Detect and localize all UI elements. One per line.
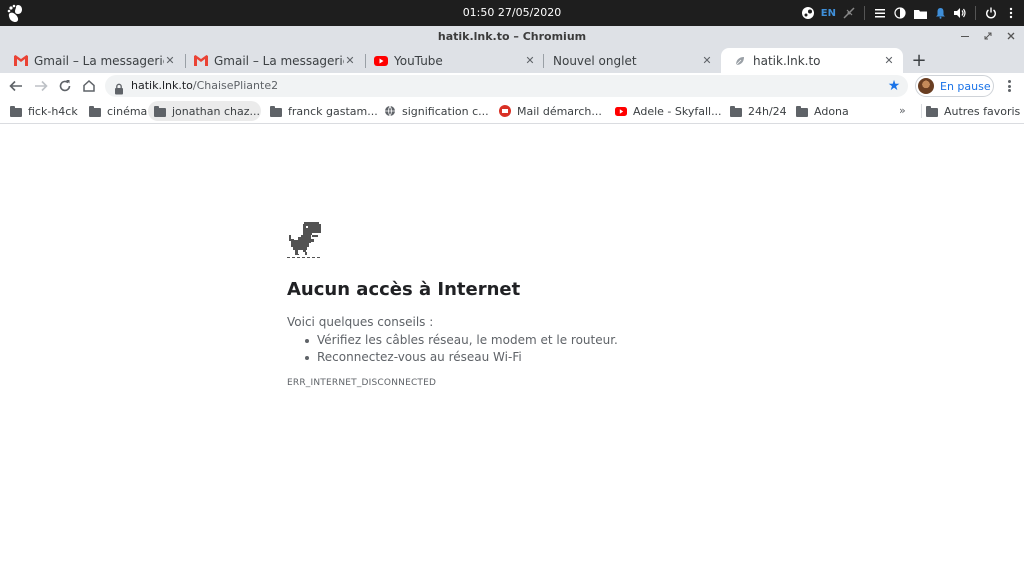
bookmark-label: jonathan chaz...: [172, 104, 261, 118]
tray-divider: [975, 6, 976, 20]
tab-label: Gmail – La messagerie ave: [34, 53, 164, 68]
browser-menu-icon[interactable]: [1003, 78, 1015, 94]
bookmark-label: fick-h4ck: [28, 104, 78, 118]
bookmark-jonathan[interactable]: jonathan chaz...: [148, 101, 261, 121]
folder-icon: [730, 105, 742, 117]
gmail-icon: [194, 54, 208, 68]
globe-icon: [384, 105, 396, 117]
youtube-icon: [615, 105, 627, 117]
folder-icon: [796, 105, 808, 117]
url-path: /ChaisePliante2: [192, 79, 279, 92]
tab-label: Nouvel onglet: [553, 53, 637, 68]
bookmark-24h[interactable]: 24h/24: [724, 101, 791, 121]
folder-icon[interactable]: [913, 6, 927, 20]
bookmark-cinema[interactable]: cinéma: [83, 101, 151, 121]
more-vertical-icon[interactable]: [1004, 6, 1018, 20]
lock-icon[interactable]: [114, 80, 126, 95]
notes-list-icon[interactable]: [873, 6, 887, 20]
profile-button[interactable]: En pause: [915, 75, 994, 97]
input-language-indicator[interactable]: EN: [821, 6, 836, 20]
bookmark-label: Autres favoris: [944, 104, 1021, 118]
tab-youtube[interactable]: YouTube ✕: [362, 48, 544, 73]
tab-gmail-1[interactable]: Gmail – La messagerie ave ✕: [2, 48, 184, 73]
window-title-bar: hatik.lnk.to – Chromium: [0, 26, 1024, 46]
forward-button[interactable]: [31, 76, 51, 96]
avatar: [918, 78, 934, 94]
notification-bell-icon[interactable]: [933, 6, 947, 20]
bookmark-label: franck gastam...: [288, 104, 378, 118]
tab-gmail-2[interactable]: Gmail – La messagerie ave ✕: [182, 48, 364, 73]
address-bar[interactable]: hatik.lnk.to/ChaisePliante2 ★: [105, 75, 908, 97]
reload-icon: [59, 80, 71, 92]
suggestion-item: Vérifiez les câbles réseau, le modem et …: [305, 333, 618, 347]
close-tab-icon[interactable]: ✕: [164, 54, 176, 67]
mail-site-icon: [499, 105, 511, 117]
minimize-window-button[interactable]: [958, 29, 972, 43]
home-button[interactable]: [79, 76, 99, 96]
bookmark-mail-demarch[interactable]: Mail démarch...: [493, 101, 606, 121]
folder-icon: [270, 105, 282, 117]
volume-icon[interactable]: [953, 6, 967, 20]
night-light-icon[interactable]: [893, 6, 907, 20]
tab-strip: Gmail – La messagerie ave ✕ Gmail – La m…: [0, 46, 1024, 73]
bookmark-adele[interactable]: Adele - Skyfall...: [609, 101, 726, 121]
gmail-icon: [14, 54, 28, 68]
url-text[interactable]: hatik.lnk.to/ChaisePliante2: [131, 79, 278, 92]
youtube-icon: [374, 54, 388, 68]
page-content: Aucun accès à Internet Voici quelques co…: [0, 125, 1024, 576]
offline-dinosaur-icon[interactable]: [287, 222, 321, 258]
system-tray: EN: [801, 4, 1018, 22]
suggestions-intro: Voici quelques conseils :: [287, 315, 434, 329]
other-bookmarks-folder[interactable]: Autres favoris: [920, 101, 1024, 121]
bookmarks-overflow-button[interactable]: »: [899, 104, 906, 117]
error-title: Aucun accès à Internet: [287, 279, 521, 300]
close-tab-icon[interactable]: ✕: [701, 54, 713, 67]
tab-label: YouTube: [394, 53, 443, 68]
bookmark-adona[interactable]: Adona: [790, 101, 853, 121]
maximize-window-button[interactable]: [981, 29, 995, 43]
tray-divider: [864, 6, 865, 20]
close-tab-icon[interactable]: ✕: [883, 54, 895, 67]
bookmark-star-icon[interactable]: ★: [886, 78, 902, 94]
bookmark-label: signification c...: [402, 104, 489, 118]
new-tab-button[interactable]: +: [911, 50, 927, 71]
offline-leaf-icon: [733, 54, 747, 68]
bookmark-signification[interactable]: signification c...: [378, 101, 493, 121]
bookmark-label: Mail démarch...: [517, 104, 602, 118]
power-icon[interactable]: [984, 6, 998, 20]
folder-icon: [89, 105, 101, 117]
close-tab-icon[interactable]: ✕: [344, 54, 356, 67]
window-title: hatik.lnk.to – Chromium: [437, 30, 587, 43]
network-disconnected-icon[interactable]: [842, 6, 856, 20]
bookmark-label: 24h/24: [748, 104, 787, 118]
suggestion-item: Reconnectez-vous au réseau Wi-Fi: [305, 349, 618, 366]
bookmarks-bar: fick-h4ck cinéma jonathan chaz... franck…: [0, 99, 1024, 124]
tab-hatik-active[interactable]: hatik.lnk.to ✕: [721, 48, 903, 73]
close-tab-icon[interactable]: ✕: [524, 54, 536, 67]
profile-status-label: En pause: [940, 79, 991, 93]
arrow-left-icon: [9, 80, 22, 92]
steam-icon[interactable]: [801, 6, 815, 20]
bookmark-franck[interactable]: franck gastam...: [264, 101, 382, 121]
arrow-right-icon: [35, 80, 48, 92]
bookmark-label: cinéma: [107, 104, 148, 118]
system-top-bar: 01:50 27/05/2020 EN: [0, 0, 1024, 26]
close-window-button[interactable]: [1004, 29, 1018, 43]
suggestions-list: Vérifiez les câbles réseau, le modem et …: [305, 332, 618, 366]
url-host: hatik.lnk.to: [131, 79, 193, 92]
home-icon: [83, 79, 95, 92]
bookmark-label: Adona: [814, 104, 849, 118]
back-button[interactable]: [6, 76, 26, 96]
tab-label: Gmail – La messagerie ave: [214, 53, 344, 68]
folder-icon: [10, 105, 22, 117]
bookmark-fick-h4ck[interactable]: fick-h4ck: [4, 101, 82, 121]
error-code: ERR_INTERNET_DISCONNECTED: [287, 378, 437, 388]
browser-toolbar: hatik.lnk.to/ChaisePliante2 ★ En pause: [0, 73, 1024, 99]
reload-button[interactable]: [55, 76, 75, 96]
folder-icon: [926, 105, 938, 117]
folder-icon: [154, 105, 166, 117]
tab-label: hatik.lnk.to: [753, 53, 821, 68]
tab-new-tab[interactable]: Nouvel onglet ✕: [541, 48, 721, 73]
bookmark-label: Adele - Skyfall...: [633, 104, 722, 118]
